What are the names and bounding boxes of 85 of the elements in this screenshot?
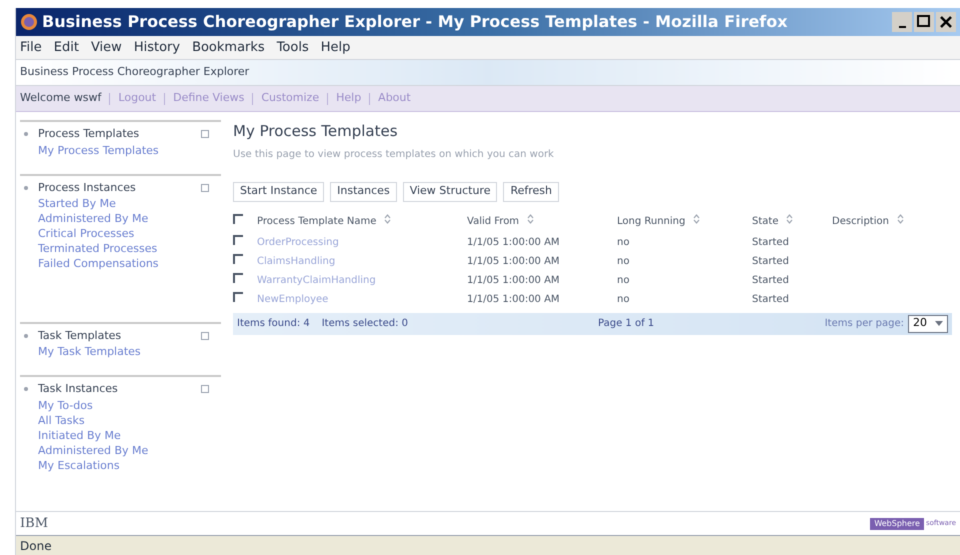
sidebar-link[interactable]: My Process Templates: [24, 142, 221, 158]
bullet-icon: [24, 132, 28, 136]
welcome-text: Welcome wswf: [20, 90, 102, 106]
template-link[interactable]: ClaimsHandling: [257, 256, 336, 266]
menu-item[interactable]: Help: [320, 38, 350, 58]
toolbar-button[interactable]: Instances: [330, 182, 397, 202]
menu-item[interactable]: View: [90, 38, 122, 58]
table-cell: Started: [752, 256, 789, 266]
sidebar-link[interactable]: Initiated By Me: [24, 428, 221, 442]
toolbar-button[interactable]: View Structure: [402, 182, 498, 202]
dropdown-arrow-icon: [935, 321, 943, 326]
sidebar-link[interactable]: Administered By Me: [24, 211, 221, 226]
sidebar-link[interactable]: Administered By Me: [24, 442, 221, 458]
table-cell: 1/1/05 1:00:00 AM: [467, 294, 560, 304]
table-cell: 1/1/05 1:00:00 AM: [467, 256, 560, 266]
nav-link[interactable]: Help: [336, 90, 362, 107]
table-cell: Started: [752, 236, 789, 248]
minimize-icon: [898, 26, 906, 28]
nav-link[interactable]: Customize: [261, 90, 320, 107]
menu-item[interactable]: File: [20, 38, 42, 58]
table-cell: Started: [752, 274, 789, 286]
nav-link[interactable]: Define Views: [173, 90, 244, 107]
window-title: Business Process Choreographer Explorer - My Process Templates - Mozilla Firefox: [42, 11, 788, 33]
panel-title: Process Instances: [38, 180, 136, 196]
table-cell: no: [617, 294, 630, 304]
template-link[interactable]: NewEmployee: [257, 294, 328, 304]
banner-title: Business Process Choreographer Explorer: [20, 64, 250, 80]
bullet-icon: [24, 186, 28, 190]
table-cell: no: [617, 256, 630, 266]
table-cell: 1/1/05 1:00:00 AM: [467, 236, 560, 248]
sort-icon[interactable]: [786, 214, 794, 224]
items-found: Items found: 4: [237, 317, 310, 331]
table-cell: Started: [752, 294, 789, 304]
table-cell: no: [617, 236, 630, 248]
column-header[interactable]: State: [752, 216, 778, 226]
toolbar-button[interactable]: Start Instance: [233, 182, 324, 202]
per-page-label: Items per page:: [824, 317, 904, 331]
sort-icon[interactable]: [693, 214, 700, 224]
brand-text: IBM: [20, 514, 48, 533]
sidebar-link[interactable]: My To-dos: [24, 398, 221, 412]
table-cell: 1/1/05 1:00:00 AM: [467, 274, 560, 286]
panel-title: Task Templates: [38, 328, 122, 344]
column-header[interactable]: Valid From: [467, 216, 520, 226]
sidebar-link[interactable]: Critical Processes: [24, 226, 221, 241]
maximize-button[interactable]: [914, 12, 934, 32]
menu-item[interactable]: History: [134, 38, 180, 58]
page-description: Use this page to view process templates on which you can work: [233, 148, 555, 162]
column-header[interactable]: Long Running: [617, 216, 686, 226]
panel-menu-icon[interactable]: [201, 130, 209, 138]
column-header[interactable]: Description: [832, 216, 889, 226]
panel-title: Process Templates: [38, 126, 140, 142]
minimize-button[interactable]: [892, 12, 912, 32]
panel-menu-icon[interactable]: [201, 184, 209, 192]
sidebar-link[interactable]: Started By Me: [24, 196, 221, 211]
bullet-icon: [24, 334, 28, 338]
browser-logo-icon: [20, 13, 38, 31]
sidebar-link[interactable]: Terminated Processes: [24, 241, 221, 256]
page-indicator: Page 1 of 1: [598, 317, 654, 331]
per-page-select[interactable]: 20: [908, 314, 948, 332]
sort-icon[interactable]: [527, 214, 534, 224]
nav-link[interactable]: Logout: [118, 90, 156, 107]
column-header[interactable]: Process Template Name: [257, 216, 376, 226]
table-cell: no: [617, 274, 630, 286]
menu-item[interactable]: Bookmarks: [192, 38, 265, 58]
close-button[interactable]: [936, 12, 956, 32]
menu-item[interactable]: Edit: [54, 38, 79, 58]
sidebar-link[interactable]: Failed Compensations: [24, 256, 221, 271]
sort-icon[interactable]: [384, 214, 392, 224]
template-link[interactable]: WarrantyClaimHandling: [257, 274, 376, 286]
sidebar-link[interactable]: My Escalations: [24, 458, 221, 472]
menu-item[interactable]: Tools: [276, 38, 309, 58]
nav-link[interactable]: About: [378, 90, 411, 107]
sort-icon[interactable]: [896, 214, 904, 224]
panel-menu-icon[interactable]: [201, 332, 209, 340]
page-title: My Process Templates: [233, 121, 399, 142]
sidebar-link[interactable]: My Task Templates: [24, 344, 221, 359]
panel-menu-icon[interactable]: [201, 385, 209, 394]
template-link[interactable]: OrderProcessing: [257, 236, 339, 248]
status-text: Done: [20, 538, 52, 554]
panel-title: Task Instances: [38, 381, 118, 397]
sidebar-link[interactable]: All Tasks: [24, 412, 221, 428]
product-badge: WebSphere: [870, 518, 924, 530]
bullet-icon: [24, 387, 28, 392]
items-selected: Items selected: 0: [322, 317, 408, 331]
toolbar-button[interactable]: Refresh: [503, 182, 560, 202]
